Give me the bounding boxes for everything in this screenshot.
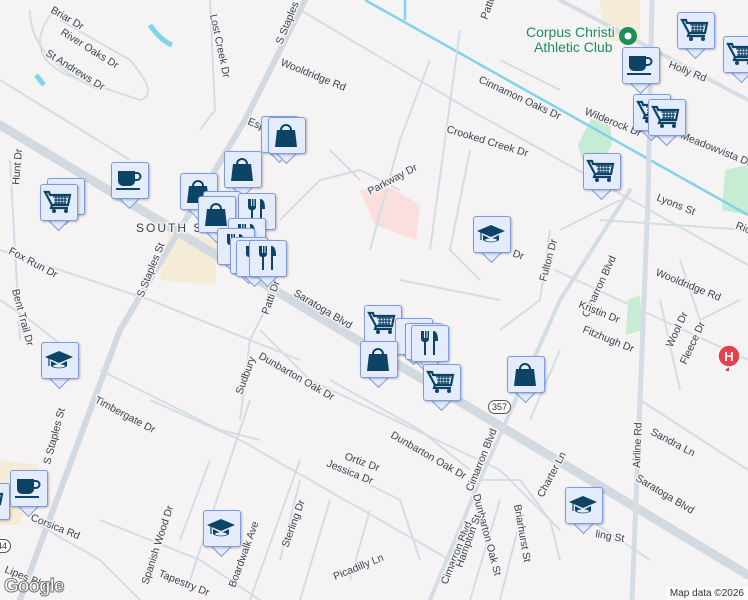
street-label: Wooldridge Rd xyxy=(654,267,723,304)
map-marker-cart[interactable] xyxy=(677,12,715,60)
shopping-cart-icon xyxy=(367,308,397,338)
street-label: Tapestry Dr xyxy=(157,568,212,599)
street-label: Holly Rd xyxy=(667,59,708,85)
street-label: Fox Run Dr xyxy=(7,245,60,281)
map-marker-coffee[interactable] xyxy=(10,470,48,518)
street-label: Ric xyxy=(734,220,748,237)
shopping-bag-icon xyxy=(227,154,257,184)
street-label: Cimarron Blvd xyxy=(464,427,500,493)
map-marker-grad[interactable] xyxy=(473,216,511,264)
map-marker-fork[interactable] xyxy=(249,240,287,288)
shopping-cart-icon xyxy=(586,156,616,186)
route-shield-357: 357 xyxy=(488,400,512,414)
shopping-bag-icon xyxy=(363,344,393,374)
map-marker-coffee[interactable] xyxy=(111,162,149,210)
street-label: Bent Trail Dr xyxy=(9,288,36,348)
coffee-icon xyxy=(114,165,144,195)
shopping-cart-icon xyxy=(426,367,456,397)
shopping-cart-icon xyxy=(726,39,748,69)
shopping-bag-icon xyxy=(271,120,301,150)
shopping-cart-icon xyxy=(651,102,681,132)
map-attribution[interactable]: Map data ©2026 xyxy=(665,587,748,600)
poi-label-line2[interactable]: Athletic Club xyxy=(533,38,615,57)
map-marker-cart[interactable] xyxy=(40,184,78,232)
coffee-icon xyxy=(625,50,655,80)
street-label: Sudbury xyxy=(234,354,259,396)
street-label: Briarhurst St xyxy=(511,503,533,563)
map-marker-cart[interactable] xyxy=(423,364,461,412)
street-label: Picadilly Ln xyxy=(332,552,386,583)
school-icon xyxy=(44,345,74,375)
street-label: Lost Creek Dr xyxy=(207,13,232,79)
athletic-club-pin-icon[interactable] xyxy=(619,27,637,45)
street-label: Dr xyxy=(511,248,526,263)
shopping-bag-icon xyxy=(201,199,231,229)
street-label: Hunt Dr xyxy=(10,148,25,186)
school-icon xyxy=(206,513,236,543)
shopping-cart-icon xyxy=(680,15,710,45)
restaurant-icon xyxy=(252,243,282,273)
map-marker-cart[interactable] xyxy=(723,36,748,84)
map-marker-cart[interactable] xyxy=(583,153,621,201)
shopping-bag-icon xyxy=(510,359,540,389)
map-marker-bag[interactable] xyxy=(507,356,545,404)
street-label: Fulton Dr xyxy=(537,237,560,282)
map-marker-grad[interactable] xyxy=(41,342,79,390)
street-label: Meadowvista Dr xyxy=(679,130,748,170)
street-label: Lyons St xyxy=(655,192,697,218)
school-icon xyxy=(568,490,598,520)
hospital-icon[interactable]: H xyxy=(717,344,741,371)
street-label: Crooked Creek Dr xyxy=(445,123,530,159)
svg-text:H: H xyxy=(724,349,733,364)
google-logo: Google xyxy=(3,576,64,598)
school-icon xyxy=(476,219,506,249)
poi-label-line1[interactable]: Corpus Christi xyxy=(525,23,617,42)
shopping-cart-icon xyxy=(0,486,5,516)
street-label: Sandra Ln xyxy=(649,426,698,459)
street-label: Patton xyxy=(479,0,501,21)
map-marker-grad[interactable] xyxy=(565,487,603,535)
coffee-icon xyxy=(13,473,43,503)
map-marker-bag[interactable] xyxy=(360,341,398,389)
street-label: Timbergate Dr xyxy=(93,394,158,436)
street-label: Cinnamon Oaks Dr xyxy=(477,74,563,123)
map-marker-cart[interactable] xyxy=(648,99,686,147)
map-marker-cart[interactable] xyxy=(0,483,10,531)
map-marker-coffee[interactable] xyxy=(622,47,660,95)
street-label: Corsica Rd xyxy=(29,512,82,543)
street-label: Wooldridge Rd xyxy=(279,57,348,94)
restaurant-icon xyxy=(414,328,444,358)
street-label: Airline Rd xyxy=(631,422,645,468)
street-label: Kristin Dr xyxy=(577,299,622,326)
map-marker-bag[interactable] xyxy=(268,117,306,165)
street-label: S Staples St xyxy=(41,407,68,466)
shopping-cart-icon xyxy=(43,187,73,217)
map-marker-grad[interactable] xyxy=(203,510,241,558)
